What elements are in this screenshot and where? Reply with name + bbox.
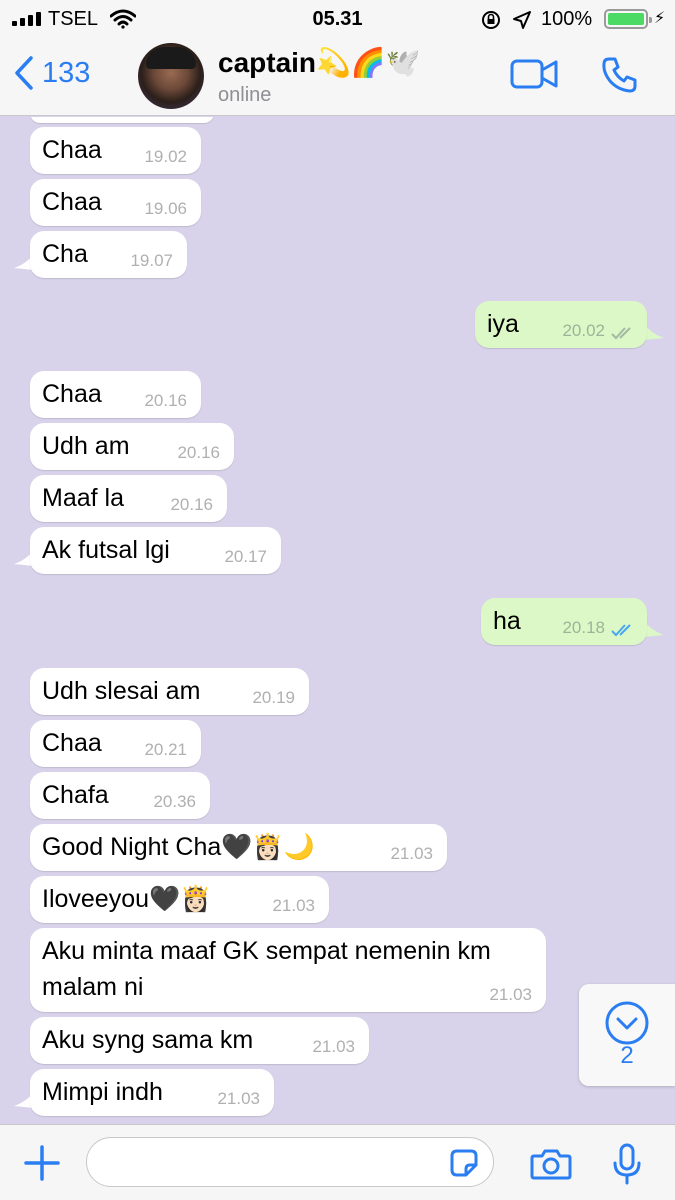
avatar[interactable] [138,43,204,109]
plus-icon[interactable] [24,1145,60,1181]
message-bubble[interactable]: Chaa 20.21 [30,720,201,767]
message-time: 21.03 [489,985,532,1004]
message-time: 20.17 [224,547,267,566]
rotation-lock-icon [482,11,500,29]
message-time: 20.19 [252,688,295,707]
message-text: Ak futsal lgi [42,536,170,564]
message-text: Aku minta maaf GK sempat nemenin km [42,937,491,965]
message-bubble[interactable]: Chaa 19.06 [30,179,201,226]
message-bubble-partial [30,117,214,123]
message-time: 20.16 [144,391,187,410]
contact-name[interactable]: captain💫🌈🕊️ [218,46,421,79]
message-text: Iloveeyou🖤👸🏻 [42,885,212,913]
video-call-icon[interactable] [510,58,558,90]
battery-icon [604,9,652,29]
message-text: ha [493,607,521,635]
message-text: Udh slesai am [42,677,201,705]
message-text: iya [487,310,519,338]
message-time: 19.06 [144,199,187,218]
message-text: Chaa [42,136,102,164]
message-bubble[interactable]: Cha 19.07 [30,231,187,278]
message-input[interactable] [86,1137,494,1187]
message-time: 20.16 [170,495,213,514]
chevron-left-icon [15,56,33,90]
message-time: 21.03 [312,1037,355,1056]
bubble-tail [644,621,664,637]
message-text: Udh am [42,432,130,460]
message-text: Mimpi indh [42,1078,163,1106]
camera-icon[interactable] [530,1147,572,1181]
message-bubble[interactable]: Good Night Cha🖤👸🏻🌙 21.03 [30,824,447,871]
scroll-to-bottom-button[interactable]: 2 [579,984,675,1086]
message-text-line2: malam ni [42,973,144,1001]
composer-bar [0,1124,675,1200]
message-text: Good Night Cha🖤👸🏻🌙 [42,833,315,861]
message-time: 19.02 [144,147,187,166]
message-time: 19.07 [130,251,173,270]
message-bubble[interactable]: Chaa 20.16 [30,371,201,418]
chat-header: 133 captain💫🌈🕊️ online [0,38,675,116]
message-text: Chaa [42,729,102,757]
message-bubble[interactable]: Udh am 20.16 [30,423,234,470]
read-ticks-icon [611,624,631,637]
message-time: 20.36 [153,792,196,811]
status-bar: TSEL 05.31 100% ⚡ [0,0,675,38]
bubble-tail [644,324,664,340]
message-bubble-outgoing[interactable]: ha 20.18 [481,598,647,645]
message-bubble[interactable]: Maaf la 20.16 [30,475,227,522]
message-text: Maaf la [42,484,124,512]
message-time: 21.03 [390,844,433,863]
message-text: Chaa [42,380,102,408]
message-text: Chaa [42,188,102,216]
message-bubble[interactable]: Ak futsal lgi 20.17 [30,527,281,574]
message-time: 20.18 [562,618,605,637]
delivered-ticks-icon [611,327,631,340]
presence-status: online [218,84,272,106]
message-time: 20.21 [144,740,187,759]
message-bubble[interactable]: Udh slesai am 20.19 [30,668,309,715]
back-count: 133 [42,56,91,89]
location-arrow-icon [513,11,531,29]
message-text: Chafa [42,781,109,809]
message-bubble[interactable]: Chaa 19.02 [30,127,201,174]
message-time: 20.02 [562,321,605,340]
unread-count-badge: 2 [620,1042,634,1069]
battery-percentage: 100% [541,8,593,30]
microphone-icon[interactable] [612,1143,642,1185]
message-bubble[interactable]: Aku minta maaf GK sempat nemenin km mala… [30,928,546,1012]
message-bubble[interactable]: Iloveeyou🖤👸🏻 21.03 [30,876,329,923]
message-time: 21.03 [217,1089,260,1108]
message-time: 20.16 [177,443,220,462]
charging-bolt-icon: ⚡ [654,10,666,27]
message-list[interactable]: Chaa 19.02 Chaa 19.06 Cha 19.07 iya 20.0… [0,117,675,1124]
message-text: Cha [42,240,88,268]
message-bubble[interactable]: Aku syng sama km 21.03 [30,1017,369,1064]
back-button[interactable]: 133 [14,56,90,90]
message-bubble-outgoing[interactable]: iya 20.02 [475,301,647,348]
message-bubble[interactable]: Mimpi indh 21.03 [30,1069,274,1116]
phone-call-icon[interactable] [600,55,640,95]
message-bubble[interactable]: Chafa 20.36 [30,772,210,819]
sticker-icon[interactable] [448,1147,480,1179]
chevron-down-circle-icon [605,1001,649,1045]
message-text: Aku syng sama km [42,1026,254,1054]
message-time: 21.03 [272,896,315,915]
